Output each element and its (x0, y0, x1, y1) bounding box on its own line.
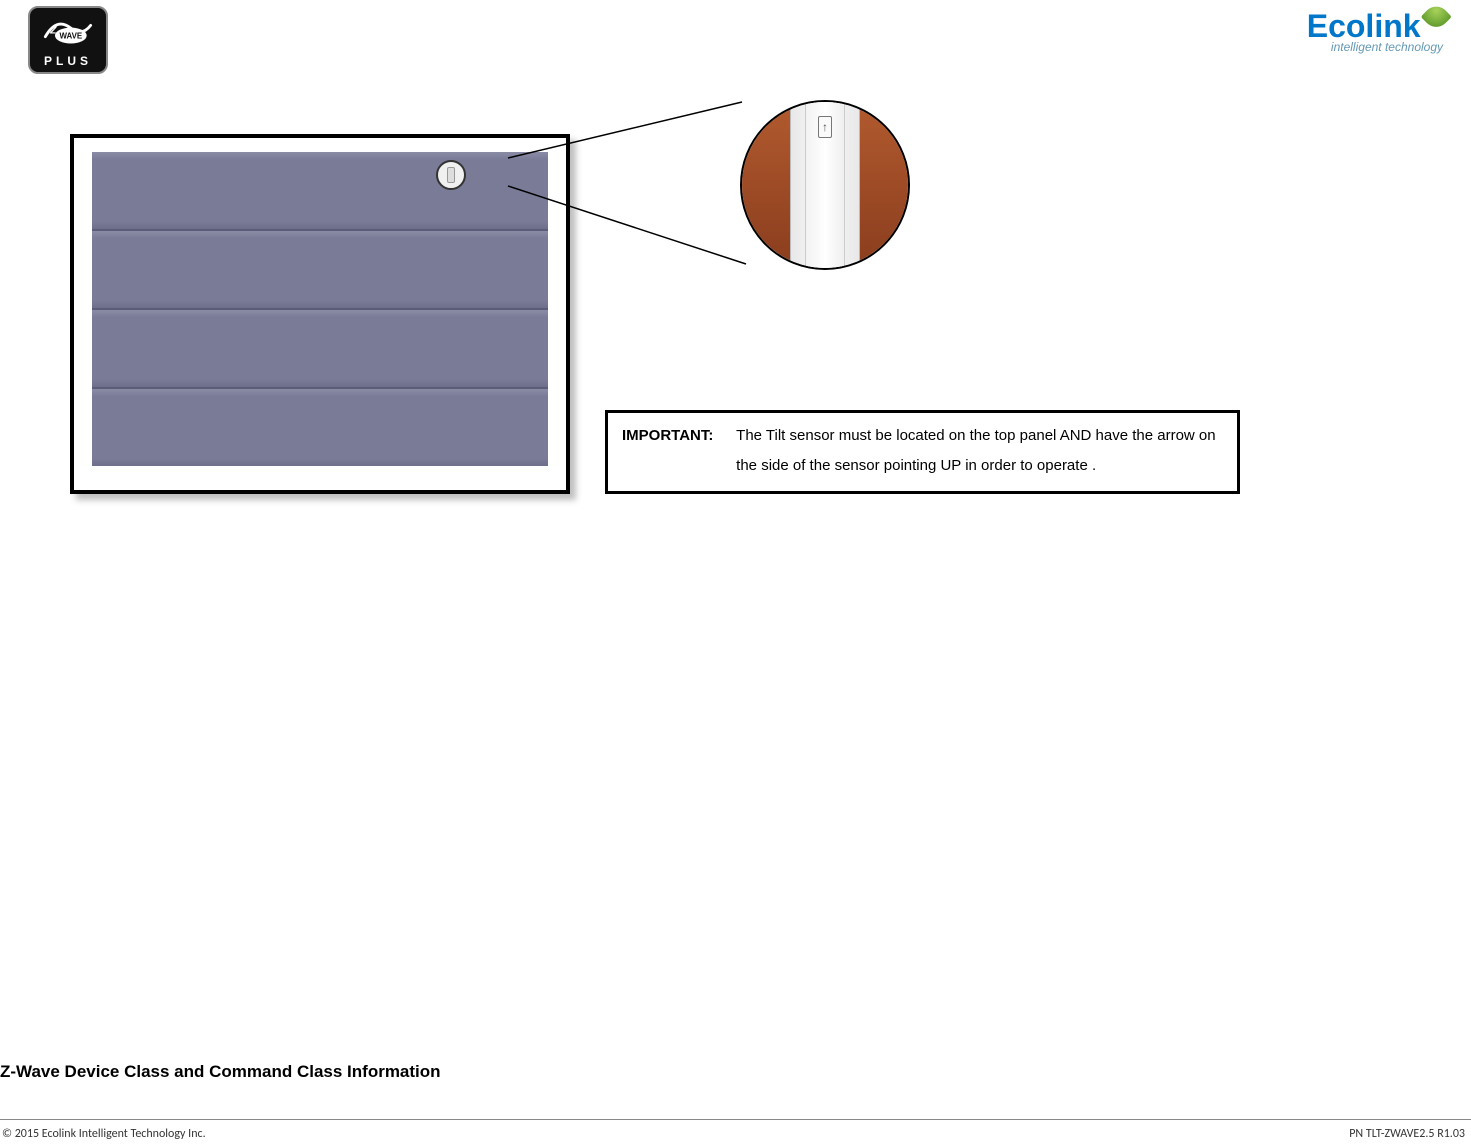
zwave-plus-label: PLUS (44, 54, 92, 68)
garage-door-illustration (70, 134, 570, 494)
zwave-plus-badge: WAVE Z PLUS (28, 6, 108, 74)
important-label: IMPORTANT: (622, 421, 732, 451)
footer-part-number: PN TLT-ZWAVE2.5 R1.03 (1349, 1127, 1465, 1141)
up-arrow-icon: ↑ (818, 116, 832, 138)
ecolink-name: Ecolink (1307, 10, 1421, 42)
zwave-icon: WAVE Z (30, 8, 106, 54)
svg-text:WAVE: WAVE (59, 31, 82, 40)
garage-panel (92, 231, 548, 310)
sensor-zoom-detail: ↑ (740, 100, 910, 270)
leaf-icon (1421, 1, 1452, 32)
page-footer: © 2015 Ecolink Intelligent Technology In… (0, 1119, 1471, 1141)
ecolink-logo: Ecolink intelligent technology (1307, 10, 1443, 54)
section-heading: Z-Wave Device Class and Command Class In… (0, 1062, 441, 1082)
garage-panel (92, 310, 548, 389)
sensor-marker-icon (436, 160, 466, 190)
footer-copyright: © 2015 Ecolink Intelligent Technology In… (2, 1127, 206, 1141)
important-note-box: IMPORTANT: The Tilt sensor must be locat… (605, 410, 1240, 494)
garage-panel (92, 389, 548, 466)
garage-door (92, 152, 548, 466)
important-text: The Tilt sensor must be located on the t… (736, 421, 1217, 481)
svg-text:Z: Z (49, 25, 57, 36)
garage-panel (92, 152, 548, 231)
